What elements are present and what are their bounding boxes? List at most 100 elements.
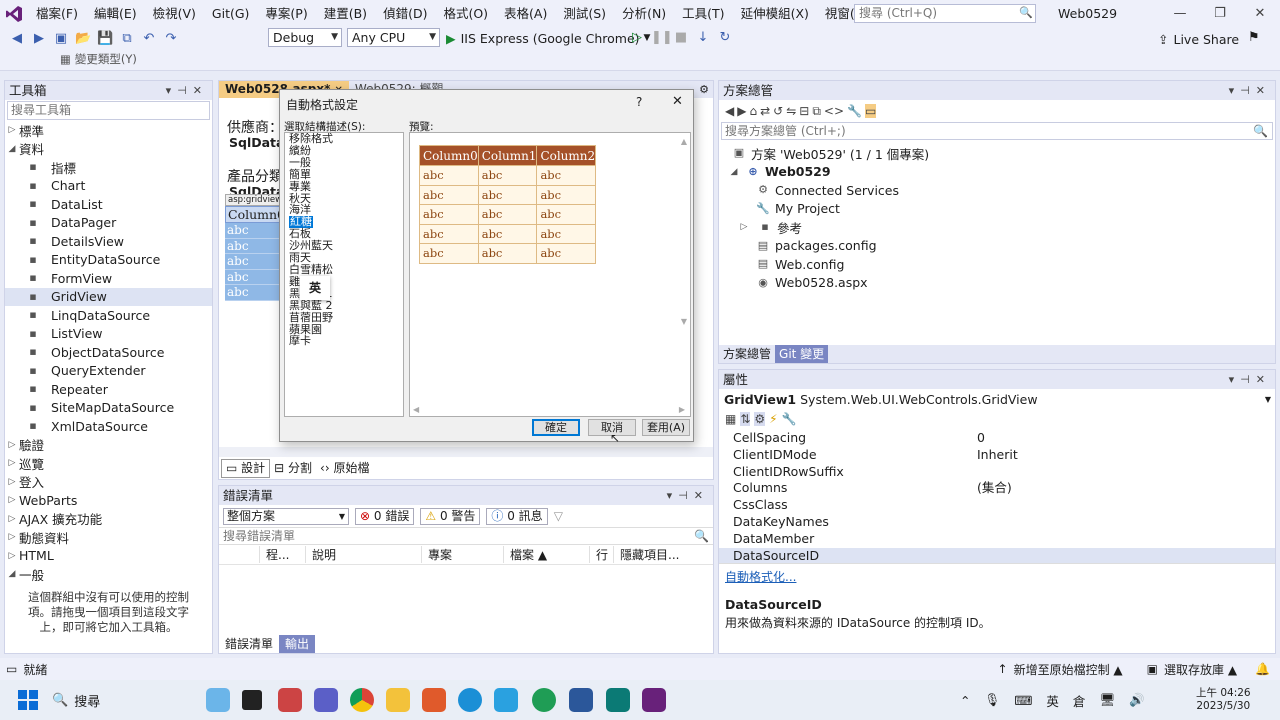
open-folder-icon[interactable]: 📂: [75, 31, 91, 47]
back-icon[interactable]: ◀: [9, 31, 25, 47]
back-icon[interactable]: ◀: [725, 104, 734, 118]
menu-item[interactable]: 表格(A): [496, 0, 555, 27]
forward-icon[interactable]: ▶: [737, 104, 746, 118]
property-value[interactable]: Inherit: [973, 447, 1275, 464]
collapse-icon[interactable]: ⊟: [799, 104, 809, 118]
error-column-header[interactable]: 專案: [421, 546, 503, 563]
tab-solution-explorer[interactable]: 方案總管: [719, 345, 775, 363]
platform-select[interactable]: Any CPU ▼: [347, 28, 440, 47]
toolbox-item[interactable]: ▪ QueryExtender: [5, 362, 212, 381]
alphabetical-icon[interactable]: ⇅: [740, 412, 751, 426]
warnings-filter-button[interactable]: ⚠ 0 警告: [420, 507, 481, 525]
error-column-header[interactable]: 行: [589, 546, 613, 563]
volume-icon[interactable]: 🔊: [1129, 692, 1145, 708]
panel-controls-icon[interactable]: ▾⊣✕: [667, 486, 709, 505]
keyboard-icon[interactable]: ⌨: [1014, 693, 1032, 708]
network-icon[interactable]: 🖥: [1099, 692, 1115, 708]
auto-format-link[interactable]: 自動格式化...: [719, 563, 1275, 589]
categorized-icon[interactable]: ▦: [725, 412, 736, 426]
scheme-item[interactable]: 苜蓿田野: [289, 311, 403, 324]
property-row[interactable]: DataSourceID: [719, 547, 1275, 563]
view-split-tab[interactable]: ⊟ 分割: [270, 460, 316, 477]
toolbox-item[interactable]: ▪ ObjectDataSource: [5, 343, 212, 362]
menu-item[interactable]: 延伸模組(X): [733, 0, 817, 27]
preview-hscrollbar[interactable]: ◀ ▶: [413, 405, 685, 414]
taskbar-chrome-profile-icon[interactable]: [532, 688, 556, 712]
view-design-tab[interactable]: ▭ 設計: [221, 458, 271, 478]
notification-bell-icon[interactable]: 🔔: [1255, 662, 1270, 676]
taskbar-file-explorer-icon[interactable]: [386, 688, 410, 712]
switch-views-icon[interactable]: ⇄: [760, 104, 770, 118]
toolbox-item[interactable]: ▪ Chart: [5, 177, 212, 196]
tab-output[interactable]: 輸出: [279, 635, 316, 653]
property-row[interactable]: DataMember: [719, 531, 1275, 548]
redo-icon[interactable]: ↷: [163, 31, 179, 47]
microphone-icon[interactable]: 🎙: [984, 692, 1000, 708]
taskbar-app-sketch-icon[interactable]: [206, 688, 230, 712]
preview-vscrollbar[interactable]: ▲ ▼: [680, 137, 688, 399]
toolbox-item[interactable]: ▪ SiteMapDataSource: [5, 399, 212, 418]
toolbox-group[interactable]: ▷ 驗證: [5, 436, 212, 455]
taskbar-app-notes-icon[interactable]: [278, 688, 302, 712]
menu-item[interactable]: 專案(P): [257, 0, 315, 27]
taskbar-visual-studio-icon[interactable]: [642, 688, 666, 712]
property-row[interactable]: Columns (集合): [719, 480, 1275, 497]
view-source-tab[interactable]: ‹› 原始檔: [316, 460, 373, 477]
menu-item[interactable]: 偵錯(D): [375, 0, 435, 27]
panel-controls-icon[interactable]: ▾⊣✕: [1229, 370, 1271, 389]
error-column-header[interactable]: 說明: [305, 546, 421, 563]
menu-item[interactable]: 檔案(F): [28, 0, 86, 27]
clock[interactable]: 上午 04:26 2023/5/30: [1196, 687, 1251, 713]
error-search-input[interactable]: 搜尋錯誤清單 🔍: [219, 527, 713, 545]
project-child-node[interactable]: ⚙ Connected Services: [719, 181, 1275, 200]
toolbox-item[interactable]: ▪ ListView: [5, 325, 212, 344]
project-child-node[interactable]: ▤ Web.config: [719, 255, 1275, 274]
code-icon[interactable]: <>: [824, 104, 844, 118]
property-value[interactable]: [973, 548, 1275, 563]
add-source-control-button[interactable]: 新增至原始檔控制 ▲: [1014, 661, 1123, 678]
properties-icon[interactable]: ⚙: [754, 412, 766, 426]
scheme-item[interactable]: 黑與藍 2: [289, 299, 403, 312]
scheme-item[interactable]: 簡單: [289, 168, 403, 181]
help-button[interactable]: ?: [636, 95, 642, 109]
property-pages-icon[interactable]: 🔧: [782, 412, 797, 426]
taskbar-edge-icon[interactable]: [458, 688, 482, 712]
toolbox-group[interactable]: ▷ 巡覽: [5, 454, 212, 473]
toolbox-item[interactable]: ▪ XmlDataSource: [5, 417, 212, 436]
messages-filter-button[interactable]: ⓘ 0 訊息: [486, 507, 548, 525]
scheme-list[interactable]: 移除格式繽紛一般簡單專業秋天海洋紅糖石板沙州藍天雨天白雪精松雞尾酒黑與藍 1黑與…: [284, 132, 404, 417]
toolbox-group[interactable]: ▷ WebParts: [5, 491, 212, 510]
configuration-select[interactable]: Debug ▼: [268, 28, 342, 47]
close-button[interactable]: ✕: [672, 94, 683, 109]
project-child-node[interactable]: ▤ packages.config: [719, 237, 1275, 256]
error-column-header[interactable]: 檔案 ▲: [503, 546, 589, 563]
toolbox-item[interactable]: ▪ DetailsView: [5, 232, 212, 251]
select-repo-button[interactable]: 選取存放庫 ▲: [1164, 661, 1237, 678]
tab-error-list[interactable]: 錯誤清單: [219, 635, 279, 653]
feedback-icon[interactable]: ⚑: [1248, 30, 1260, 45]
solution-search-input[interactable]: 搜尋方案總管 (Ctrl+;) 🔍: [721, 122, 1273, 140]
menu-item[interactable]: 檢視(V): [145, 0, 204, 27]
property-value[interactable]: 0: [973, 430, 1275, 447]
project-child-node[interactable]: ▷ ▪ 參考: [719, 218, 1275, 237]
menu-item[interactable]: 建置(B): [316, 0, 375, 27]
project-child-node[interactable]: ◉ Web0528.aspx: [719, 274, 1275, 293]
error-column-header[interactable]: 程...: [259, 546, 305, 563]
toolbox-group[interactable]: ▷ 標準: [5, 121, 212, 140]
copy-icon[interactable]: ⧉: [812, 104, 821, 119]
scheme-item[interactable]: 摩卡: [289, 335, 403, 347]
ime-tray-label[interactable]: 英: [1046, 691, 1059, 710]
menu-item[interactable]: 分析(N): [614, 0, 674, 27]
home-icon[interactable]: ⌂: [749, 104, 757, 118]
panel-controls-icon[interactable]: ▾⊣✕: [166, 81, 208, 100]
run-button[interactable]: ▶ IIS Express (Google Chrome) ▼: [446, 29, 650, 47]
property-value[interactable]: [973, 514, 1275, 531]
refresh-icon[interactable]: ↻: [717, 30, 733, 46]
taskbar-app-snip-icon[interactable]: [494, 688, 518, 712]
toolbox-item[interactable]: ▪ FormView: [5, 269, 212, 288]
settings-gear-icon[interactable]: ⚙: [699, 83, 713, 96]
toolbox-item[interactable]: ▪ DataList: [5, 195, 212, 214]
live-share-button[interactable]: ⇪ Live Share: [1158, 30, 1239, 48]
change-type-button[interactable]: ▦ 變更類型(Y): [60, 51, 137, 67]
toolbox-item[interactable]: ▪ EntityDataSource: [5, 251, 212, 270]
